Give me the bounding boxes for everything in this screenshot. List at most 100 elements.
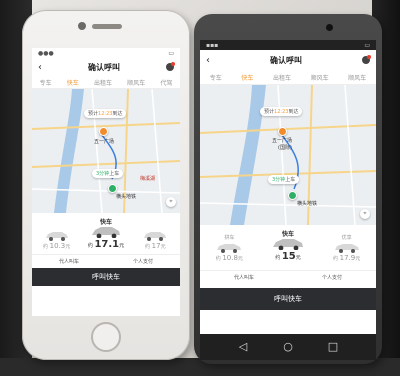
car-list: 拼车 约 10.8元 快车 约 15元 优享 约 17.9元 xyxy=(200,225,376,262)
car-name xyxy=(36,222,77,229)
car-icon xyxy=(144,232,167,241)
tab-hitch-alt[interactable]: 顺风车 xyxy=(348,73,366,82)
car-option-express[interactable]: 快车 约 17.1元 xyxy=(85,217,126,250)
eta-prefix: 预计 xyxy=(88,111,99,117)
call-express-button[interactable]: 呼叫快车 xyxy=(200,288,376,310)
proxy-call-option[interactable]: 代人叫车 xyxy=(234,274,254,281)
eta-time: 12:23 xyxy=(274,109,289,115)
tab-taxi[interactable]: 出租车 xyxy=(94,78,112,87)
destination-label: 横头地铁 xyxy=(297,201,318,207)
call-express-button[interactable]: 呼叫快车 xyxy=(32,268,180,286)
car-name: 快车 xyxy=(281,231,294,238)
price-value: 10.3 xyxy=(49,242,66,250)
tab-express[interactable]: 快车 xyxy=(241,73,253,82)
car-price: 约 15元 xyxy=(263,251,312,262)
price-unit: 元 xyxy=(237,256,243,262)
car-option-premium[interactable]: 约 17元 xyxy=(135,222,176,250)
map-roads xyxy=(200,85,376,225)
eta-bubble: 预计12:23到达 xyxy=(84,109,127,118)
price-value: 15 xyxy=(281,251,296,262)
tab-premier[interactable]: 专车 xyxy=(40,78,52,87)
service-tabs: 专车 快车 出租车 顺风车 顺风车 xyxy=(200,70,376,85)
battery-icon: ▭ xyxy=(168,49,174,57)
car-options-panel: 拼车 约 10.8元 快车 约 15元 优享 约 17.9元 代人叫车 个人支付… xyxy=(200,225,376,334)
destination-label: 横头地铁 xyxy=(116,194,137,200)
pickup-time: 3分钟 xyxy=(96,171,110,177)
payment-option[interactable]: 个人支付 xyxy=(322,274,342,281)
home-button[interactable] xyxy=(91,322,121,352)
destination-pin-icon xyxy=(288,191,297,200)
back-arrow-icon[interactable]: ‹ xyxy=(206,55,210,66)
user-avatar-icon[interactable] xyxy=(362,55,371,64)
car-price: 约 17.1元 xyxy=(85,239,126,250)
app-header: ‹ 确认呼叫 xyxy=(200,50,376,70)
pickup-time-suffix: 上车 xyxy=(109,171,120,177)
car-option-express[interactable]: 快车 约 15元 xyxy=(263,229,312,262)
price-value: 10.8 xyxy=(222,254,238,262)
car-option-premium[interactable]: 优享 约 17.9元 xyxy=(322,234,371,262)
app-header: ‹ 确认呼叫 xyxy=(32,58,180,76)
proxy-call-option[interactable]: 代人叫车 xyxy=(59,258,79,265)
map-poi-label: 梅溪湖 xyxy=(140,176,156,182)
photo-scene: ●●● ▭ ‹ 确认呼叫 专车 快车 出租车 顺风车 代驾 预计12:23到达 … xyxy=(0,0,400,376)
tab-hitch[interactable]: 顺风车 xyxy=(127,78,145,87)
eta-bubble: 预计12:23到达 xyxy=(260,107,303,116)
price-unit: 元 xyxy=(65,244,71,250)
tab-hitch[interactable]: 顺风车 xyxy=(311,73,329,82)
pickup-pin-icon xyxy=(278,127,287,136)
pickup-time-suffix: 上车 xyxy=(285,177,296,183)
car-name: 快车 xyxy=(99,219,112,226)
tab-express[interactable]: 快车 xyxy=(67,78,79,87)
order-options: 代人叫车 个人支付 xyxy=(32,254,180,268)
price-unit: 元 xyxy=(119,243,125,249)
destination-pin-icon xyxy=(108,184,117,193)
payment-option[interactable]: 个人支付 xyxy=(133,258,153,265)
car-icon xyxy=(45,232,68,241)
front-camera xyxy=(78,22,86,30)
user-avatar-icon[interactable] xyxy=(166,62,175,71)
back-arrow-icon[interactable]: ‹ xyxy=(38,62,42,73)
car-list: 约 10.3元 快车 约 17.1元 约 17元 xyxy=(32,213,180,250)
pickup-sublabel: (国际) xyxy=(278,145,292,151)
car-icon xyxy=(334,244,359,253)
notification-icons: ▪▪▪ xyxy=(206,41,219,49)
pickup-time: 3分钟 xyxy=(272,177,286,183)
signal-icon: ●●● xyxy=(38,49,54,57)
battery-icon: ▭ xyxy=(364,41,370,49)
tab-taxi[interactable]: 出租车 xyxy=(273,73,291,82)
android-device: ▪▪▪ ▭ ‹ 确认呼叫 专车 快车 出租车 顺风车 顺风车 预计12:23到达… xyxy=(194,14,382,364)
car-name: 拼车 xyxy=(224,235,235,241)
car-name xyxy=(135,222,176,229)
locate-me-icon[interactable]: ⌖ xyxy=(166,197,176,207)
car-option-carpool[interactable]: 约 10.3元 xyxy=(36,222,77,250)
recents-icon[interactable]: □ xyxy=(326,340,340,354)
eta-suffix: 到达 xyxy=(288,109,299,115)
back-icon[interactable]: ◁ xyxy=(236,340,250,354)
price-value: 17.9 xyxy=(339,254,356,262)
tab-premier[interactable]: 专车 xyxy=(210,73,222,82)
android-screen: ▪▪▪ ▭ ‹ 确认呼叫 专车 快车 出租车 顺风车 顺风车 预计12:23到达… xyxy=(200,40,376,334)
page-title: 确认呼叫 xyxy=(88,62,120,72)
route-map[interactable]: 预计12:23到达 五一广场 (国际) 3分钟上车 横头地铁 ⌖ xyxy=(200,85,376,225)
eta-time: 12:23 xyxy=(98,111,113,117)
car-price: 约 17.9元 xyxy=(322,254,371,262)
service-tabs: 专车 快车 出租车 顺风车 代驾 xyxy=(32,76,180,89)
pickup-label: 五一广场 xyxy=(272,138,293,144)
car-icon xyxy=(217,244,242,253)
locate-me-icon[interactable]: ⌖ xyxy=(360,209,370,219)
car-option-carpool[interactable]: 拼车 约 10.8元 xyxy=(205,234,254,262)
price-unit: 元 xyxy=(355,256,361,262)
earpiece-speaker xyxy=(92,24,122,29)
tab-chauffeur[interactable]: 代驾 xyxy=(160,78,172,87)
car-options-panel: 约 10.3元 快车 约 17.1元 约 17元 代人叫车 个人支付 呼叫快车 xyxy=(32,213,180,316)
eta-suffix: 到达 xyxy=(112,111,123,117)
android-nav-bar: ◁ ○ □ xyxy=(200,334,376,360)
route-map[interactable]: 预计12:23到达 五一广场 3分钟上车 梅溪湖 横头地铁 ⌖ xyxy=(32,89,180,213)
price-prefix: 约 xyxy=(275,255,281,261)
home-icon[interactable]: ○ xyxy=(281,340,295,354)
car-name: 优享 xyxy=(341,235,352,241)
car-price: 约 10.8元 xyxy=(205,254,254,262)
pickup-pin-icon xyxy=(99,127,108,136)
map-roads xyxy=(32,89,180,213)
front-camera xyxy=(326,24,333,31)
